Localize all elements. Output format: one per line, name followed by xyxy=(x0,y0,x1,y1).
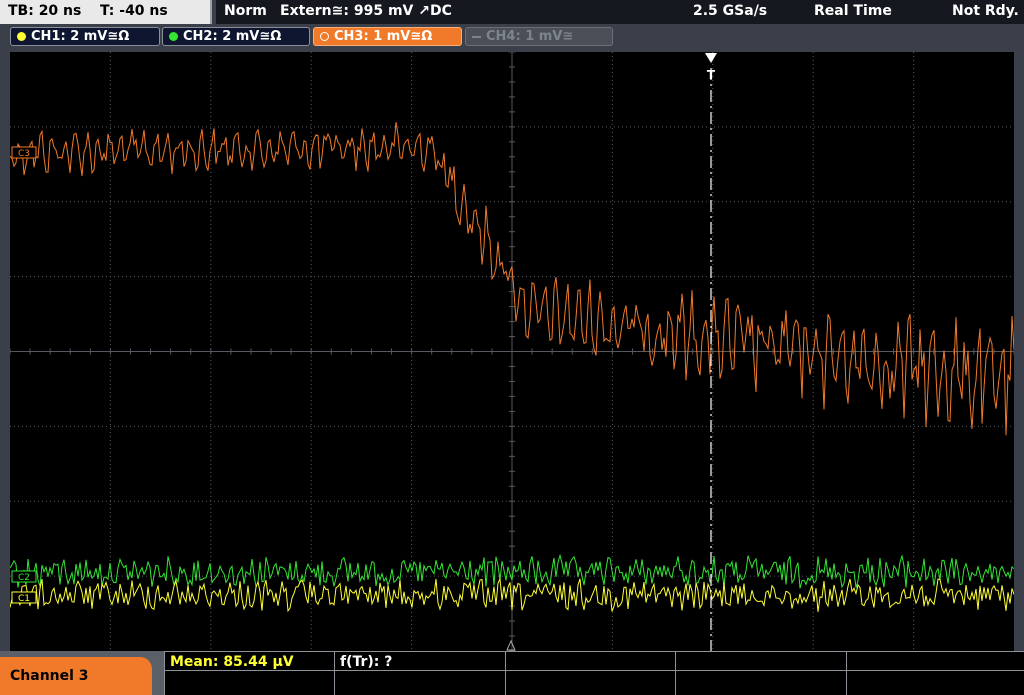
run-state: Not Rdy. xyxy=(952,3,1019,19)
channel-3-label: CH3: 1 mV≅Ω xyxy=(334,29,433,44)
acquisition-mode[interactable]: Real Time xyxy=(814,3,892,19)
channel-1-button[interactable]: CH1: 2 mV≅Ω xyxy=(10,27,160,46)
waveform-display[interactable]: T C3 C2 C1 xyxy=(10,52,1014,651)
channel-1-dot-icon xyxy=(17,32,26,41)
trigger-marker-label: T xyxy=(707,68,716,82)
status-bar: TB: 20 ns T: -40 ns Norm Extern≅: 995 mV… xyxy=(0,0,1024,24)
channel-4-off-icon xyxy=(472,36,481,38)
trigger-time-readout[interactable]: T: -40 ns xyxy=(100,3,168,19)
channel-2-button[interactable]: CH2: 2 mV≅Ω xyxy=(162,27,310,46)
channel-2-offset-marker[interactable]: C2 xyxy=(11,570,37,583)
channel-4-button[interactable]: CH4: 1 mV≅ xyxy=(465,27,613,46)
channel-4-label: CH4: 1 mV≅ xyxy=(486,29,574,44)
ftr-measurement[interactable]: f(Tr): ? xyxy=(340,654,392,670)
trigger-source[interactable]: Extern≅: 995 mV ↗DC xyxy=(280,3,452,19)
mean-measurement[interactable]: Mean: 85.44 µV xyxy=(170,654,294,670)
svg-text:C3: C3 xyxy=(18,149,30,159)
channel-2-label: CH2: 2 mV≅Ω xyxy=(183,29,282,44)
sample-rate[interactable]: 2.5 GSa/s xyxy=(693,3,767,19)
timebase-readout[interactable]: TB: 20 ns xyxy=(8,3,81,19)
channel-3-panel-tab[interactable]: Channel 3 xyxy=(0,657,152,695)
channel-panel-label: Channel 3 xyxy=(10,668,89,684)
trigger-mode[interactable]: Norm xyxy=(224,3,267,19)
acquisition-panel: Norm Extern≅: 995 mV ↗DC 2.5 GSa/s Real … xyxy=(216,0,1024,24)
channel-3-button[interactable]: CH3: 1 mV≅Ω xyxy=(313,27,462,46)
channel-2-dot-icon xyxy=(169,32,178,41)
svg-text:C1: C1 xyxy=(18,594,30,604)
channel-3-offset-marker[interactable]: C3 xyxy=(11,146,37,159)
channel-1-offset-marker[interactable]: C1 xyxy=(11,591,37,604)
timebase-panel[interactable]: TB: 20 ns T: -40 ns xyxy=(0,0,212,24)
channel-1-label: CH1: 2 mV≅Ω xyxy=(31,29,130,44)
svg-text:C2: C2 xyxy=(18,573,30,583)
measurement-table: Mean: 85.44 µV f(Tr): ? xyxy=(164,651,1024,695)
channel-3-dot-icon xyxy=(320,32,329,41)
channel-bar: CH1: 2 mV≅Ω CH2: 2 mV≅Ω CH3: 1 mV≅Ω CH4:… xyxy=(0,24,1024,50)
